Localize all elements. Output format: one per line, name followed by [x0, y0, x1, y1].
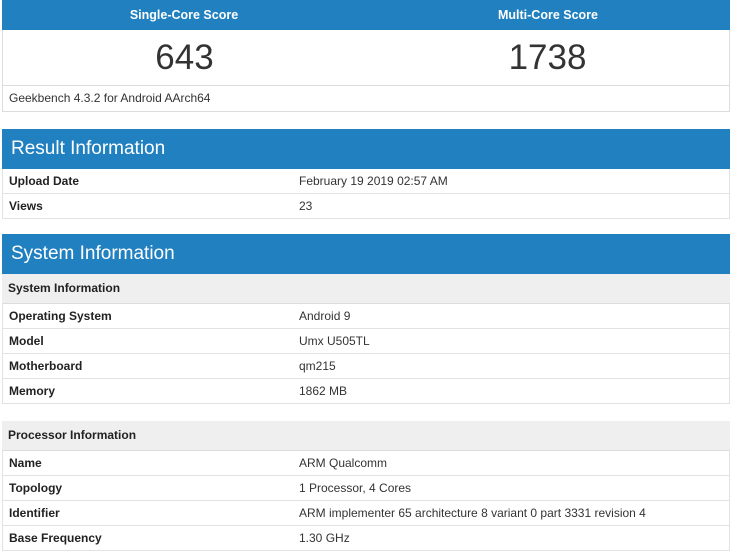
row-value: 1 Processor, 4 Cores — [299, 481, 412, 495]
row-label: Motherboard — [9, 359, 83, 373]
score-values: 643 1738 — [2, 30, 730, 85]
table-row: Model Umx U505TL — [2, 329, 730, 354]
row-label: Views — [9, 199, 43, 213]
table-row: Memory 1862 MB — [2, 379, 730, 404]
table-row: Motherboard qm215 — [2, 354, 730, 379]
single-core-score-value: 643 — [155, 37, 214, 77]
table-row: Upload Date February 19 2019 02:57 AM — [2, 169, 730, 194]
row-label: Identifier — [9, 506, 60, 520]
table-row: Views 23 — [2, 194, 730, 219]
multi-core-score-label: Multi-Core Score — [497, 8, 598, 22]
table-row: Operating System Android 9 — [2, 304, 730, 329]
row-label: Operating System — [9, 309, 112, 323]
row-value: Umx U505TL — [299, 334, 370, 348]
system-information-banner: System Information — [2, 234, 730, 274]
row-value: ARM Qualcomm — [299, 456, 388, 470]
row-label: Base Frequency — [9, 531, 102, 545]
multi-core-score-value: 1738 — [508, 37, 587, 77]
processor-information-subheader: Processor Information — [2, 421, 730, 451]
table-row: Name ARM Qualcomm — [2, 451, 730, 476]
system-information-subheader: System Information — [2, 274, 730, 304]
row-value: 1.30 GHz — [299, 531, 350, 545]
table-row: Identifier ARM implementer 65 architectu… — [2, 501, 730, 526]
score-header: Single-Core Score Multi-Core Score — [2, 0, 730, 30]
row-value: Android 9 — [299, 309, 351, 323]
row-value: ARM implementer 65 architecture 8 varian… — [299, 506, 646, 520]
row-value: February 19 2019 02:57 AM — [299, 174, 448, 188]
result-information-banner: Result Information — [2, 129, 730, 169]
row-label: Upload Date — [9, 174, 80, 188]
row-value: qm215 — [299, 359, 336, 373]
table-row: Base Frequency 1.30 GHz — [2, 526, 730, 551]
row-label: Model — [9, 334, 44, 348]
row-label: Name — [9, 456, 42, 470]
geekbench-result-page: Single-Core Score Multi-Core Score 643 1… — [2, 0, 730, 551]
row-value: 1862 MB — [299, 384, 348, 398]
geekbench-version: Geekbench 4.3.2 for Android AArch64 — [2, 85, 730, 112]
table-row: Topology 1 Processor, 4 Cores — [2, 476, 730, 501]
single-core-score-label: Single-Core Score — [129, 8, 239, 22]
row-value: 23 — [299, 199, 313, 213]
row-label: Topology — [9, 481, 63, 495]
row-label: Memory — [9, 384, 56, 398]
